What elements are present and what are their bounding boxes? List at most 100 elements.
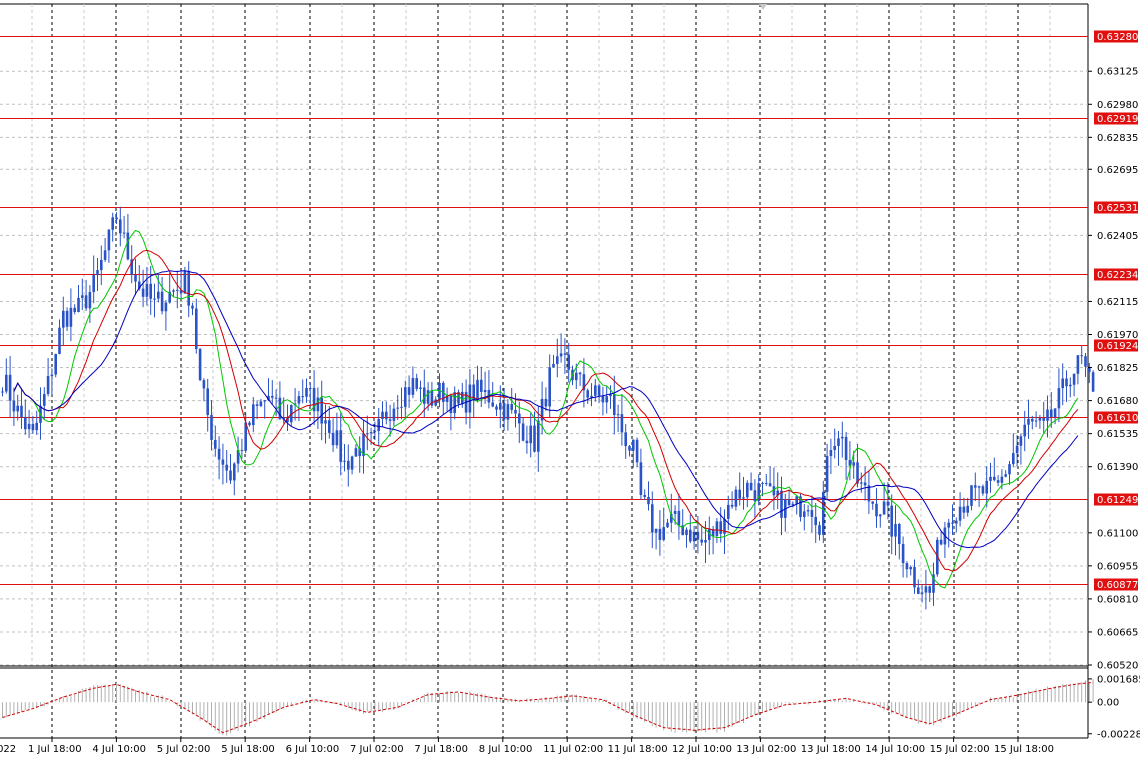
candle-body: [491, 402, 494, 407]
candle-body: [521, 423, 525, 441]
x-tick-label: 6 Jul 10:00: [286, 744, 340, 755]
candle-body: [1008, 464, 1011, 475]
candle-body: [958, 506, 962, 521]
candle-body: [240, 449, 244, 451]
candle-body: [483, 389, 487, 392]
candle-body: [16, 405, 19, 412]
candle-body: [692, 531, 696, 542]
candle-body: [620, 414, 624, 433]
x-tick-label: 13 Jul 02:00: [736, 744, 796, 755]
candle-body: [685, 529, 688, 536]
candle-body: [202, 380, 206, 389]
candle-body: [191, 305, 194, 309]
candle-body: [499, 402, 502, 410]
candle-body: [103, 250, 107, 260]
candle-body: [578, 372, 582, 375]
candle-body: [533, 425, 536, 452]
candle-body: [1080, 355, 1083, 357]
candle-body: [673, 510, 677, 514]
candle-body: [263, 400, 266, 402]
candle-body: [134, 274, 137, 282]
candle-body: [419, 387, 422, 389]
candle-body: [350, 456, 354, 470]
x-tick-label: 30 Jun 2022: [0, 744, 16, 755]
candle-body: [556, 356, 559, 364]
candle-body: [50, 374, 54, 376]
candle-body: [426, 390, 430, 404]
candle-body: [601, 395, 605, 403]
candle-body: [229, 470, 232, 481]
candle-body: [666, 522, 669, 528]
candle-body: [841, 436, 844, 439]
candle-body: [901, 543, 905, 564]
candle-body: [696, 531, 700, 540]
x-tick-label: 15 Jul 02:00: [930, 744, 990, 755]
candle-body: [153, 298, 156, 300]
candle-body: [339, 430, 342, 462]
candle-body: [970, 485, 973, 506]
candle-body: [1031, 418, 1034, 422]
x-tick-label: 7 Jul 02:00: [350, 744, 404, 755]
candle-body: [1072, 373, 1076, 385]
candle-body: [738, 489, 741, 499]
candle-body: [1015, 445, 1019, 454]
candle-body: [111, 217, 114, 230]
candle-body: [495, 406, 498, 410]
y-tick-label: 0.61825: [1097, 363, 1138, 374]
candle-body: [396, 407, 399, 409]
y-tick-label: 0.62405: [1097, 231, 1138, 242]
candle-body: [518, 413, 521, 424]
y-tick-label: 0.60520: [1097, 661, 1138, 672]
y-tick-label: 0.61680: [1097, 396, 1138, 407]
candle-body: [392, 408, 396, 421]
candle-body: [548, 367, 551, 407]
price-chart[interactable]: 0.63280 0.62919 0.62531 0.62234 0.61924 0.616…: [0, 0, 1140, 759]
candle-body: [62, 310, 65, 328]
candle-body: [407, 387, 411, 395]
candle-body: [795, 496, 798, 504]
candle-body: [20, 405, 23, 418]
candle-body: [221, 459, 225, 465]
candle-body: [328, 420, 331, 433]
candle-body: [210, 415, 213, 440]
y-tick-label: 0.62835: [1097, 133, 1138, 144]
candle-body: [1076, 355, 1080, 374]
candle-body: [894, 524, 897, 537]
candle-body: [449, 395, 453, 414]
candle-body: [761, 482, 764, 484]
candle-body: [989, 476, 992, 481]
y-tick-label: 0.60665: [1097, 627, 1138, 638]
x-tick-label: 13 Jul 18:00: [801, 744, 861, 755]
level-label: 0.61249: [1097, 495, 1138, 506]
candle-body: [1042, 418, 1045, 421]
candle-body: [575, 372, 578, 381]
candle-body: [502, 402, 506, 420]
level-label: 0.61924: [1097, 341, 1138, 352]
candle-body: [996, 480, 1000, 483]
candle-body: [1004, 474, 1007, 477]
candle-body: [31, 423, 35, 431]
candle-body: [977, 486, 981, 488]
candle-body: [122, 232, 126, 234]
y-tick-label: 0.61100: [1097, 528, 1138, 539]
candle-body: [898, 524, 901, 544]
candle-body: [388, 419, 392, 421]
candle-body: [335, 430, 339, 446]
candle-body: [787, 499, 791, 506]
candle-body: [115, 217, 118, 220]
candle-body: [214, 439, 217, 449]
candle-body: [643, 494, 646, 497]
candle-body: [187, 270, 190, 306]
candle-body: [837, 438, 840, 446]
candle-body: [746, 482, 749, 498]
candle-body: [343, 460, 346, 462]
candle-body: [768, 483, 772, 487]
candle-body: [886, 501, 890, 506]
candle-body: [160, 291, 164, 312]
candle-body: [544, 398, 548, 407]
candle-body: [624, 432, 627, 447]
candle-body: [400, 406, 403, 408]
candle-body: [1069, 384, 1072, 387]
candle-body: [920, 592, 924, 594]
candle-body: [635, 439, 639, 463]
